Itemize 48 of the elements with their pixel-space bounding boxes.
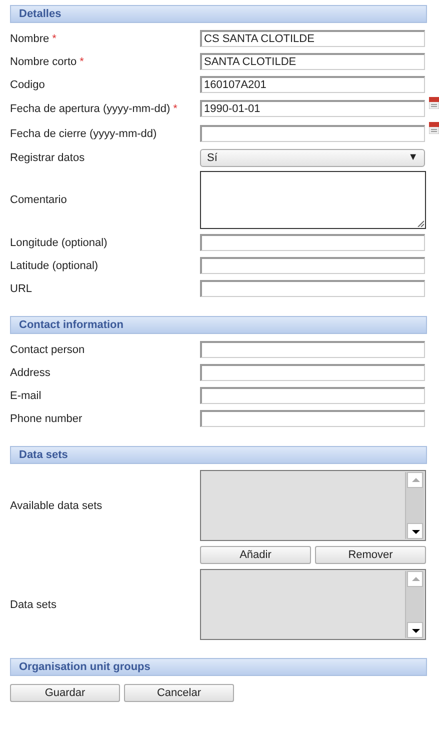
- field-label: Codigo: [10, 78, 46, 90]
- input-field[interactable]: [200, 364, 425, 381]
- field-label: Fecha de cierre (yyyy-mm-dd): [10, 128, 158, 140]
- field-label: Registrar datos: [10, 152, 86, 164]
- list-box[interactable]: [200, 470, 426, 541]
- field-label: URL: [10, 282, 34, 294]
- input-field[interactable]: 160107A201: [200, 76, 425, 93]
- input-field[interactable]: [200, 280, 425, 297]
- field-label: Phone number: [10, 412, 84, 424]
- input-field[interactable]: SANTA CLOTILDE: [200, 53, 425, 70]
- field-label: Nombre *: [10, 32, 58, 44]
- field-label: Nombre corto *: [10, 56, 85, 68]
- list-button[interactable]: Remover: [315, 546, 426, 564]
- calendar-icon[interactable]: [429, 97, 439, 109]
- input-field[interactable]: [200, 341, 425, 358]
- input-field[interactable]: [200, 125, 425, 142]
- section-header: Contact information: [10, 316, 427, 334]
- required-asterisk: *: [173, 102, 178, 114]
- comment-textarea[interactable]: [200, 171, 426, 229]
- input-field[interactable]: CS SANTA CLOTILDE: [200, 30, 425, 47]
- required-asterisk: *: [80, 56, 84, 68]
- field-label: Latitude (optional): [10, 260, 100, 272]
- field-label: Fecha de apertura (yyyy-mm-dd) *: [10, 102, 178, 114]
- section-header: Organisation unit groups: [10, 658, 427, 676]
- scrollbar[interactable]: [405, 472, 424, 539]
- list-box[interactable]: [200, 569, 426, 640]
- input-field[interactable]: [200, 257, 425, 274]
- section-header: Detalles: [10, 5, 427, 23]
- field-label: E-mail: [10, 390, 42, 402]
- field-label: Contact person: [10, 344, 86, 356]
- required-asterisk: *: [52, 32, 56, 44]
- select-dropdown[interactable]: Sí ▼: [200, 148, 425, 166]
- field-label: Data sets: [10, 598, 58, 610]
- scrollbar[interactable]: [405, 571, 424, 638]
- input-field[interactable]: [200, 410, 425, 427]
- input-field[interactable]: 1990-01-01: [200, 100, 425, 117]
- resize-grip-icon[interactable]: [416, 219, 424, 227]
- input-field[interactable]: [200, 387, 425, 404]
- field-label: Comentario: [10, 194, 68, 206]
- input-field[interactable]: [200, 234, 425, 251]
- form-button[interactable]: Guardar: [10, 684, 120, 702]
- field-label: Address: [10, 366, 52, 378]
- form-button[interactable]: Cancelar: [124, 684, 234, 702]
- field-label: Longitude (optional): [10, 236, 108, 248]
- field-label: Available data sets: [10, 500, 104, 512]
- section-header: Data sets: [10, 446, 427, 464]
- calendar-icon[interactable]: [429, 122, 439, 134]
- list-button[interactable]: Añadir: [200, 546, 311, 564]
